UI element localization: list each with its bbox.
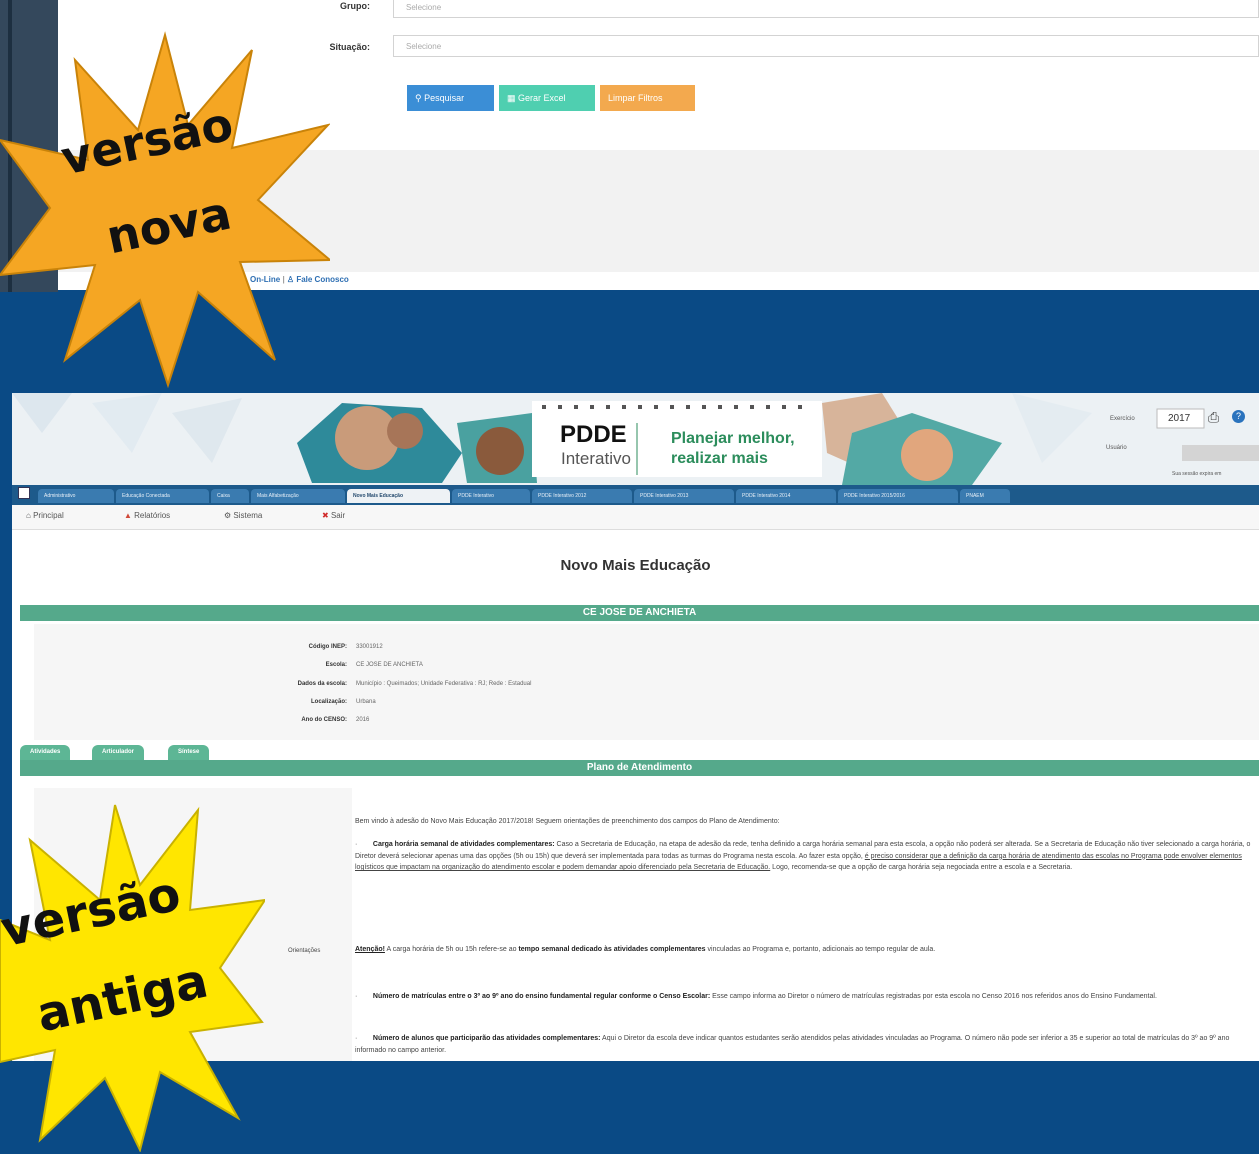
print-icon[interactable]: ⎙ <box>1208 409 1219 426</box>
tab-novo-mais-educacao[interactable]: Novo Mais Educação <box>347 489 450 503</box>
dados-label: Dados da escola: <box>297 681 347 687</box>
atencao-text-2: vinculadas ao Programa e, portanto, adic… <box>707 946 936 953</box>
exercicio-select[interactable]: 2017 <box>1168 413 1190 424</box>
matriculas-term: Número de matrículas entre o 3º ao 9º an… <box>372 993 711 1000</box>
home-icon: ⌂ <box>26 511 31 520</box>
menu-principal[interactable]: ⌂ Principal <box>26 511 64 520</box>
tab-pdde-2012[interactable]: PDDE Interativo 2012 <box>532 489 632 503</box>
photo-boy <box>476 427 524 475</box>
tab-pdde-2014[interactable]: PDDE Interativo 2014 <box>736 489 836 503</box>
localizacao-value: Urbana <box>356 699 376 705</box>
interativo-logo: Interativo <box>561 449 631 468</box>
alunos-term: Número de alunos que participarão das at… <box>372 1035 601 1042</box>
clear-filters-button[interactable]: Limpar Filtros <box>600 85 695 111</box>
grupo-select[interactable]: Selecione <box>393 0 1259 18</box>
gear-icon: ⚙ <box>224 511 232 520</box>
orientacoes-label: Orientações <box>288 948 321 954</box>
menu-principal-label: Principal <box>33 511 64 520</box>
tab-pdde-interativo[interactable]: PDDE Interativo <box>452 489 530 503</box>
chart-icon: ▲ <box>124 511 132 520</box>
table-icon: ▦ <box>507 93 516 103</box>
exercicio-label: Exercício <box>1110 416 1135 422</box>
inep-label: Código INEP: <box>308 644 347 650</box>
plan-title: Plano de Atendimento <box>586 762 693 773</box>
dados-value: Município : Queimados; Unidade Federativ… <box>356 681 532 687</box>
exit-icon: ✖ <box>322 511 329 520</box>
slogan-line2: realizar mais <box>671 450 768 467</box>
usuario-label: Usuário <box>1106 445 1127 451</box>
matriculas-text: Esse campo informa ao Diretor o número d… <box>712 993 1157 1000</box>
tab-pnaem[interactable]: PNAEM <box>960 489 1010 503</box>
tab-atividades[interactable]: Atividades <box>20 745 71 760</box>
atencao-bold: tempo semanal dedicado às atividades com… <box>518 946 706 953</box>
help-icon[interactable]: ? <box>1232 410 1245 423</box>
orientations-text-column <box>352 788 1259 1061</box>
menu-relatorios-label: Relatórios <box>134 511 171 520</box>
localizacao-label: Localização: <box>310 699 347 705</box>
atencao-text-1: A carga horária de 5h ou 15h refere-se a… <box>386 946 517 953</box>
escola-label: Escola: <box>325 662 347 668</box>
menu-sistema[interactable]: ⚙ Sistema <box>224 511 262 520</box>
banner: PDDE Interativo Planejar melhor, realiza… <box>12 393 1259 485</box>
censo-value: 2016 <box>356 717 370 723</box>
pdde-logo: PDDE <box>560 421 627 448</box>
paragraph-atencao: Atenção! A carga horária de 5h ou 15h re… <box>355 944 1255 956</box>
escola-value: CE JOSE DE ANCHIETA <box>356 662 423 668</box>
school-name: CE JOSE DE ANCHIETA <box>582 607 697 618</box>
carga-horaria-term: Carga horária semanal de atividades comp… <box>372 841 555 848</box>
paragraph-alunos: · Número de alunos que participarão das … <box>355 1035 1230 1054</box>
search-button-label: Pesquisar <box>424 93 465 103</box>
search-button[interactable]: ⚲ Pesquisar <box>407 85 494 111</box>
page-title: Novo Mais Educação <box>560 557 711 574</box>
tab-pdde-2015-2016[interactable]: PDDE Interativo 2015/2016 <box>838 489 958 503</box>
grupo-label: Grupo: <box>340 1 370 11</box>
menu-relatorios[interactable]: ▲ Relatórios <box>124 511 170 520</box>
tab-caixa[interactable]: Caixa <box>211 489 249 503</box>
menu-toggle-icon[interactable] <box>18 487 30 499</box>
school-header: CE JOSE DE ANCHIETA <box>20 605 1259 621</box>
menu-sair[interactable]: ✖ Sair <box>322 511 345 520</box>
tab-educacao-conectada[interactable]: Educação Conectada <box>116 489 209 503</box>
banner-graphic <box>12 393 1259 485</box>
excel-button-label: Gerar Excel <box>518 93 566 103</box>
menu-sair-label: Sair <box>330 511 346 520</box>
atencao-label: Atenção! <box>355 946 385 953</box>
search-icon: ⚲ <box>415 93 422 103</box>
paragraph-matriculas: · Número de matrículas entre o 3º ao 9º … <box>355 993 1157 1000</box>
menu-sistema-label: Sistema <box>233 511 263 520</box>
paragraph-carga-horaria: · Carga horária semanal de atividades co… <box>355 841 1251 871</box>
intro-text: Bem vindo à adesão do Novo Mais Educação… <box>355 818 780 825</box>
clear-button-label: Limpar Filtros <box>608 93 663 103</box>
tab-sintese[interactable]: Síntese <box>168 745 210 760</box>
tab-articulador[interactable]: Articulador <box>92 745 145 760</box>
plan-header: Plano de Atendimento <box>20 760 1259 776</box>
situacao-select[interactable]: Selecione <box>393 35 1259 57</box>
menu-bar <box>12 505 1259 530</box>
carga-horaria-end: Logo, recomenda-se que a opção de carga … <box>772 864 1073 871</box>
tab-mais-alfabetizacao[interactable]: Mais Alfabetização <box>251 489 345 503</box>
inep-value: 33001912 <box>356 644 383 650</box>
slogan-line1: Planejar melhor, <box>671 430 795 447</box>
tab-administrativo[interactable]: Administrativo <box>38 489 114 503</box>
excel-button[interactable]: ▦ Gerar Excel <box>499 85 595 111</box>
tab-pdde-2013[interactable]: PDDE Interativo 2013 <box>634 489 734 503</box>
censo-label: Ano do CENSO: <box>301 717 347 723</box>
session-status: Sua sessão expira em <box>1172 471 1222 477</box>
